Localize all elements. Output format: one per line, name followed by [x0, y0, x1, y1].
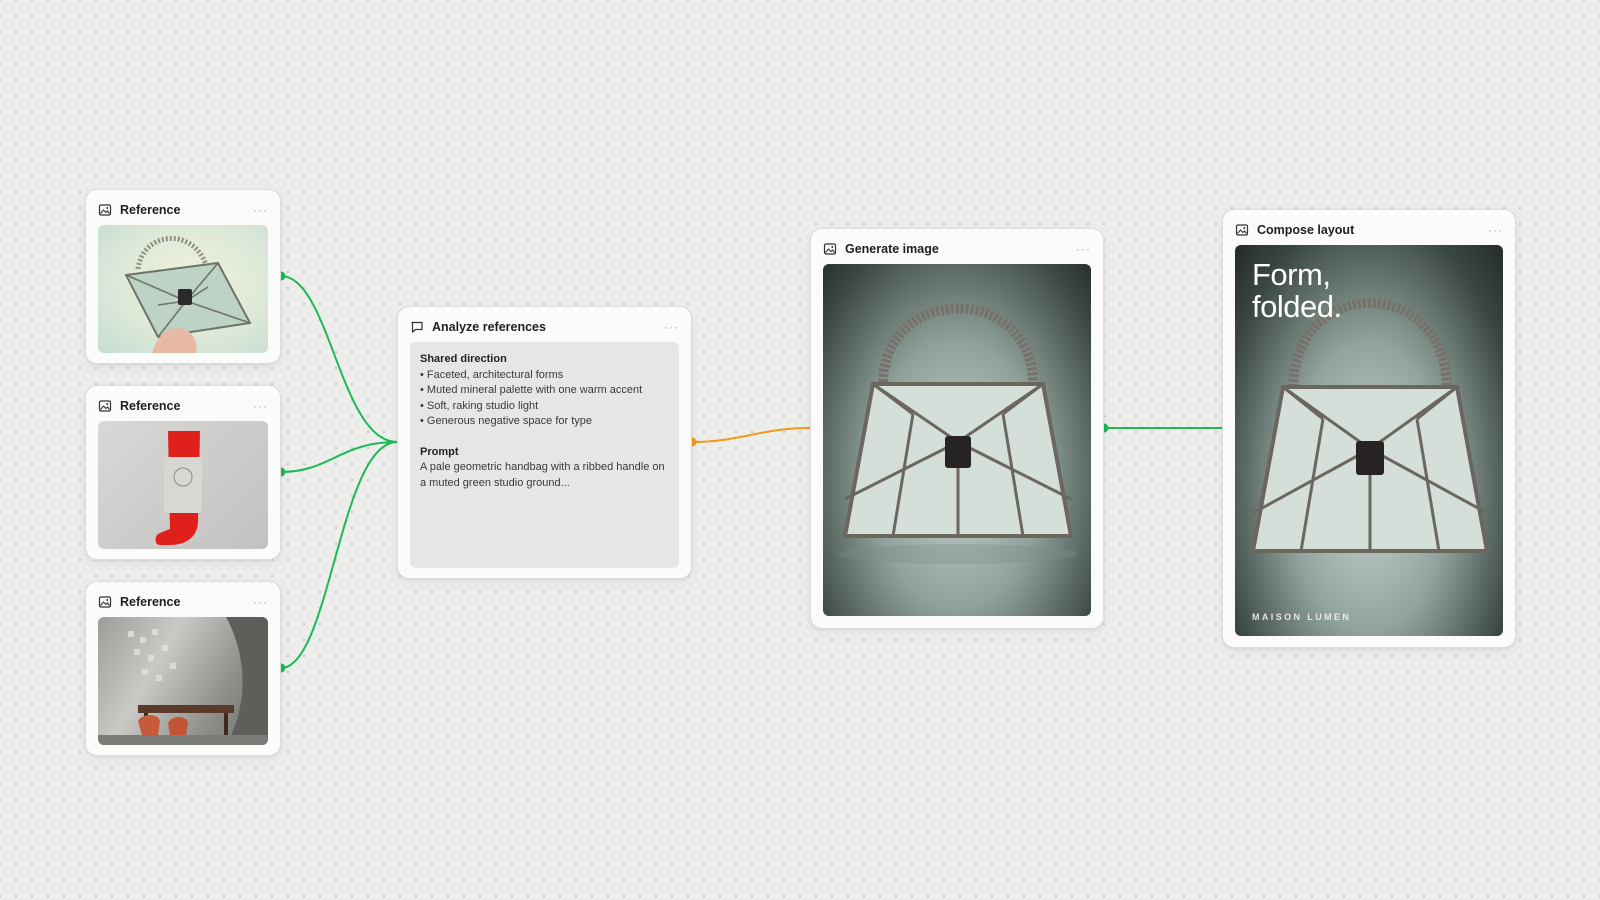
- more-options-icon[interactable]: ···: [253, 400, 268, 412]
- more-options-icon[interactable]: ···: [1488, 224, 1503, 236]
- shared-direction-heading: Shared direction: [420, 353, 507, 365]
- reference-node-1[interactable]: Reference ···: [85, 189, 281, 364]
- comment-icon: [410, 320, 424, 334]
- node-title: Reference: [120, 399, 181, 413]
- reference-image-sock: [98, 421, 268, 549]
- image-icon: [823, 242, 837, 256]
- node-header: Reference ···: [98, 396, 268, 416]
- wire-ref2-to-analyze: [280, 441, 398, 473]
- wire-analyze-to-generate: [691, 427, 811, 443]
- node-header: Compose layout ···: [1235, 220, 1503, 240]
- wire-ref3-to-analyze: [280, 441, 398, 669]
- node-title: Generate image: [845, 242, 939, 256]
- node-title: Compose layout: [1257, 223, 1355, 237]
- more-options-icon[interactable]: ···: [253, 596, 268, 608]
- generate-image-node[interactable]: Generate image ···: [810, 228, 1104, 629]
- node-title: Analyze references: [432, 320, 546, 334]
- image-icon: [98, 203, 112, 217]
- node-title: Reference: [120, 203, 181, 217]
- composed-poster: Form, folded. MAISON LUMEN: [1235, 245, 1503, 636]
- list-item: Soft, raking studio light: [420, 399, 669, 415]
- wire-ref1-to-analyze: [280, 275, 398, 443]
- image-icon: [98, 595, 112, 609]
- analysis-output: Shared direction Faceted, architectural …: [410, 342, 679, 568]
- poster-brand: MAISON LUMEN: [1252, 612, 1352, 622]
- reference-node-3[interactable]: Reference ···: [85, 581, 281, 756]
- more-options-icon[interactable]: ···: [664, 321, 679, 333]
- node-header: Reference ···: [98, 200, 268, 220]
- node-header: Analyze references ···: [410, 317, 679, 337]
- more-options-icon[interactable]: ···: [1076, 243, 1091, 255]
- node-header: Reference ···: [98, 592, 268, 612]
- list-item: Faceted, architectural forms: [420, 368, 669, 384]
- shared-direction-list: Faceted, architectural forms Muted miner…: [420, 368, 669, 430]
- poster-headline: Form, folded.: [1252, 257, 1342, 324]
- image-icon: [1235, 223, 1249, 237]
- image-icon: [98, 399, 112, 413]
- reference-node-2[interactable]: Reference ···: [85, 385, 281, 560]
- prompt-heading: Prompt: [420, 445, 459, 458]
- list-item: Muted mineral palette with one warm acce…: [420, 383, 669, 399]
- list-item: Generous negative space for type: [420, 414, 669, 430]
- node-title: Reference: [120, 595, 181, 609]
- compose-layout-node[interactable]: Compose layout ··· Form, folded. MAISON …: [1222, 209, 1516, 648]
- generated-image-handbag: [823, 264, 1091, 616]
- analyze-references-node[interactable]: Analyze references ··· Shared direction …: [397, 306, 692, 579]
- reference-image-handbag: [98, 225, 268, 353]
- prompt-text: A pale geometric handbag with a ribbed h…: [420, 461, 665, 489]
- reference-image-concrete-room: [98, 617, 268, 745]
- more-options-icon[interactable]: ···: [253, 204, 268, 216]
- node-header: Generate image ···: [823, 239, 1091, 259]
